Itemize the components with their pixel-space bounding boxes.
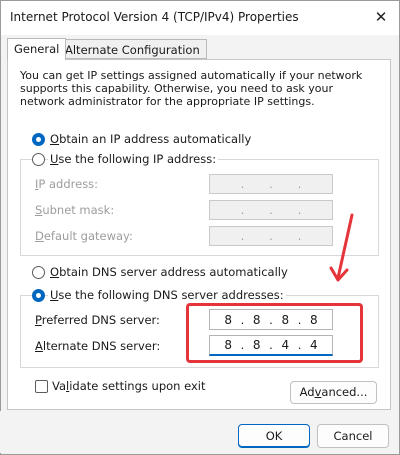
obtain-dns-auto-label[interactable]: Obtain DNS server address automatically xyxy=(50,265,288,279)
dns-highlight-box xyxy=(186,303,363,363)
preferred-dns-label: Preferred DNS server: xyxy=(35,313,160,327)
obtain-dns-auto-radio[interactable] xyxy=(32,266,45,279)
close-icon: ✕ xyxy=(374,8,388,26)
tab-alternate-configuration-label: Alternate Configuration xyxy=(65,43,200,57)
ip-address-label: IP address: xyxy=(35,177,99,191)
use-following-dns-radio[interactable] xyxy=(32,289,45,302)
tab-general[interactable]: General xyxy=(7,38,67,60)
cancel-button[interactable]: Cancel xyxy=(317,424,389,448)
use-following-ip-label[interactable]: Use the following IP address: xyxy=(48,152,219,166)
ok-button[interactable]: OK xyxy=(238,424,310,448)
advanced-button[interactable]: Advanced... xyxy=(290,381,377,404)
validate-settings-checkbox[interactable] xyxy=(35,380,48,393)
default-gateway-field[interactable]: . . . xyxy=(209,226,333,246)
ip-address-field[interactable]: . . . xyxy=(209,174,333,194)
use-following-dns-label[interactable]: Use the following DNS server addresses: xyxy=(48,288,286,302)
annotation-arrow-icon xyxy=(329,213,354,282)
obtain-ip-auto-label[interactable]: Obtain an IP address automatically xyxy=(50,132,251,146)
intro-text: You can get IP settings assigned automat… xyxy=(20,69,363,108)
use-following-ip-radio[interactable] xyxy=(32,153,45,166)
default-gateway-label: Default gateway: xyxy=(35,229,133,243)
title-bar[interactable]: Internet Protocol Version 4 (TCP/IPv4) P… xyxy=(1,1,399,35)
validate-settings-label[interactable]: Validate settings upon exit xyxy=(52,379,205,393)
close-button[interactable]: ✕ xyxy=(367,5,395,29)
window-title: Internet Protocol Version 4 (TCP/IPv4) P… xyxy=(10,10,299,24)
tab-alternate-configuration[interactable]: Alternate Configuration xyxy=(58,39,207,59)
obtain-ip-auto-radio[interactable] xyxy=(32,133,45,146)
alternate-dns-label: Alternate DNS server: xyxy=(35,339,161,353)
tab-general-label: General xyxy=(14,42,60,56)
subnet-mask-label: Subnet mask: xyxy=(35,203,115,217)
subnet-mask-field[interactable]: . . . xyxy=(209,200,333,220)
